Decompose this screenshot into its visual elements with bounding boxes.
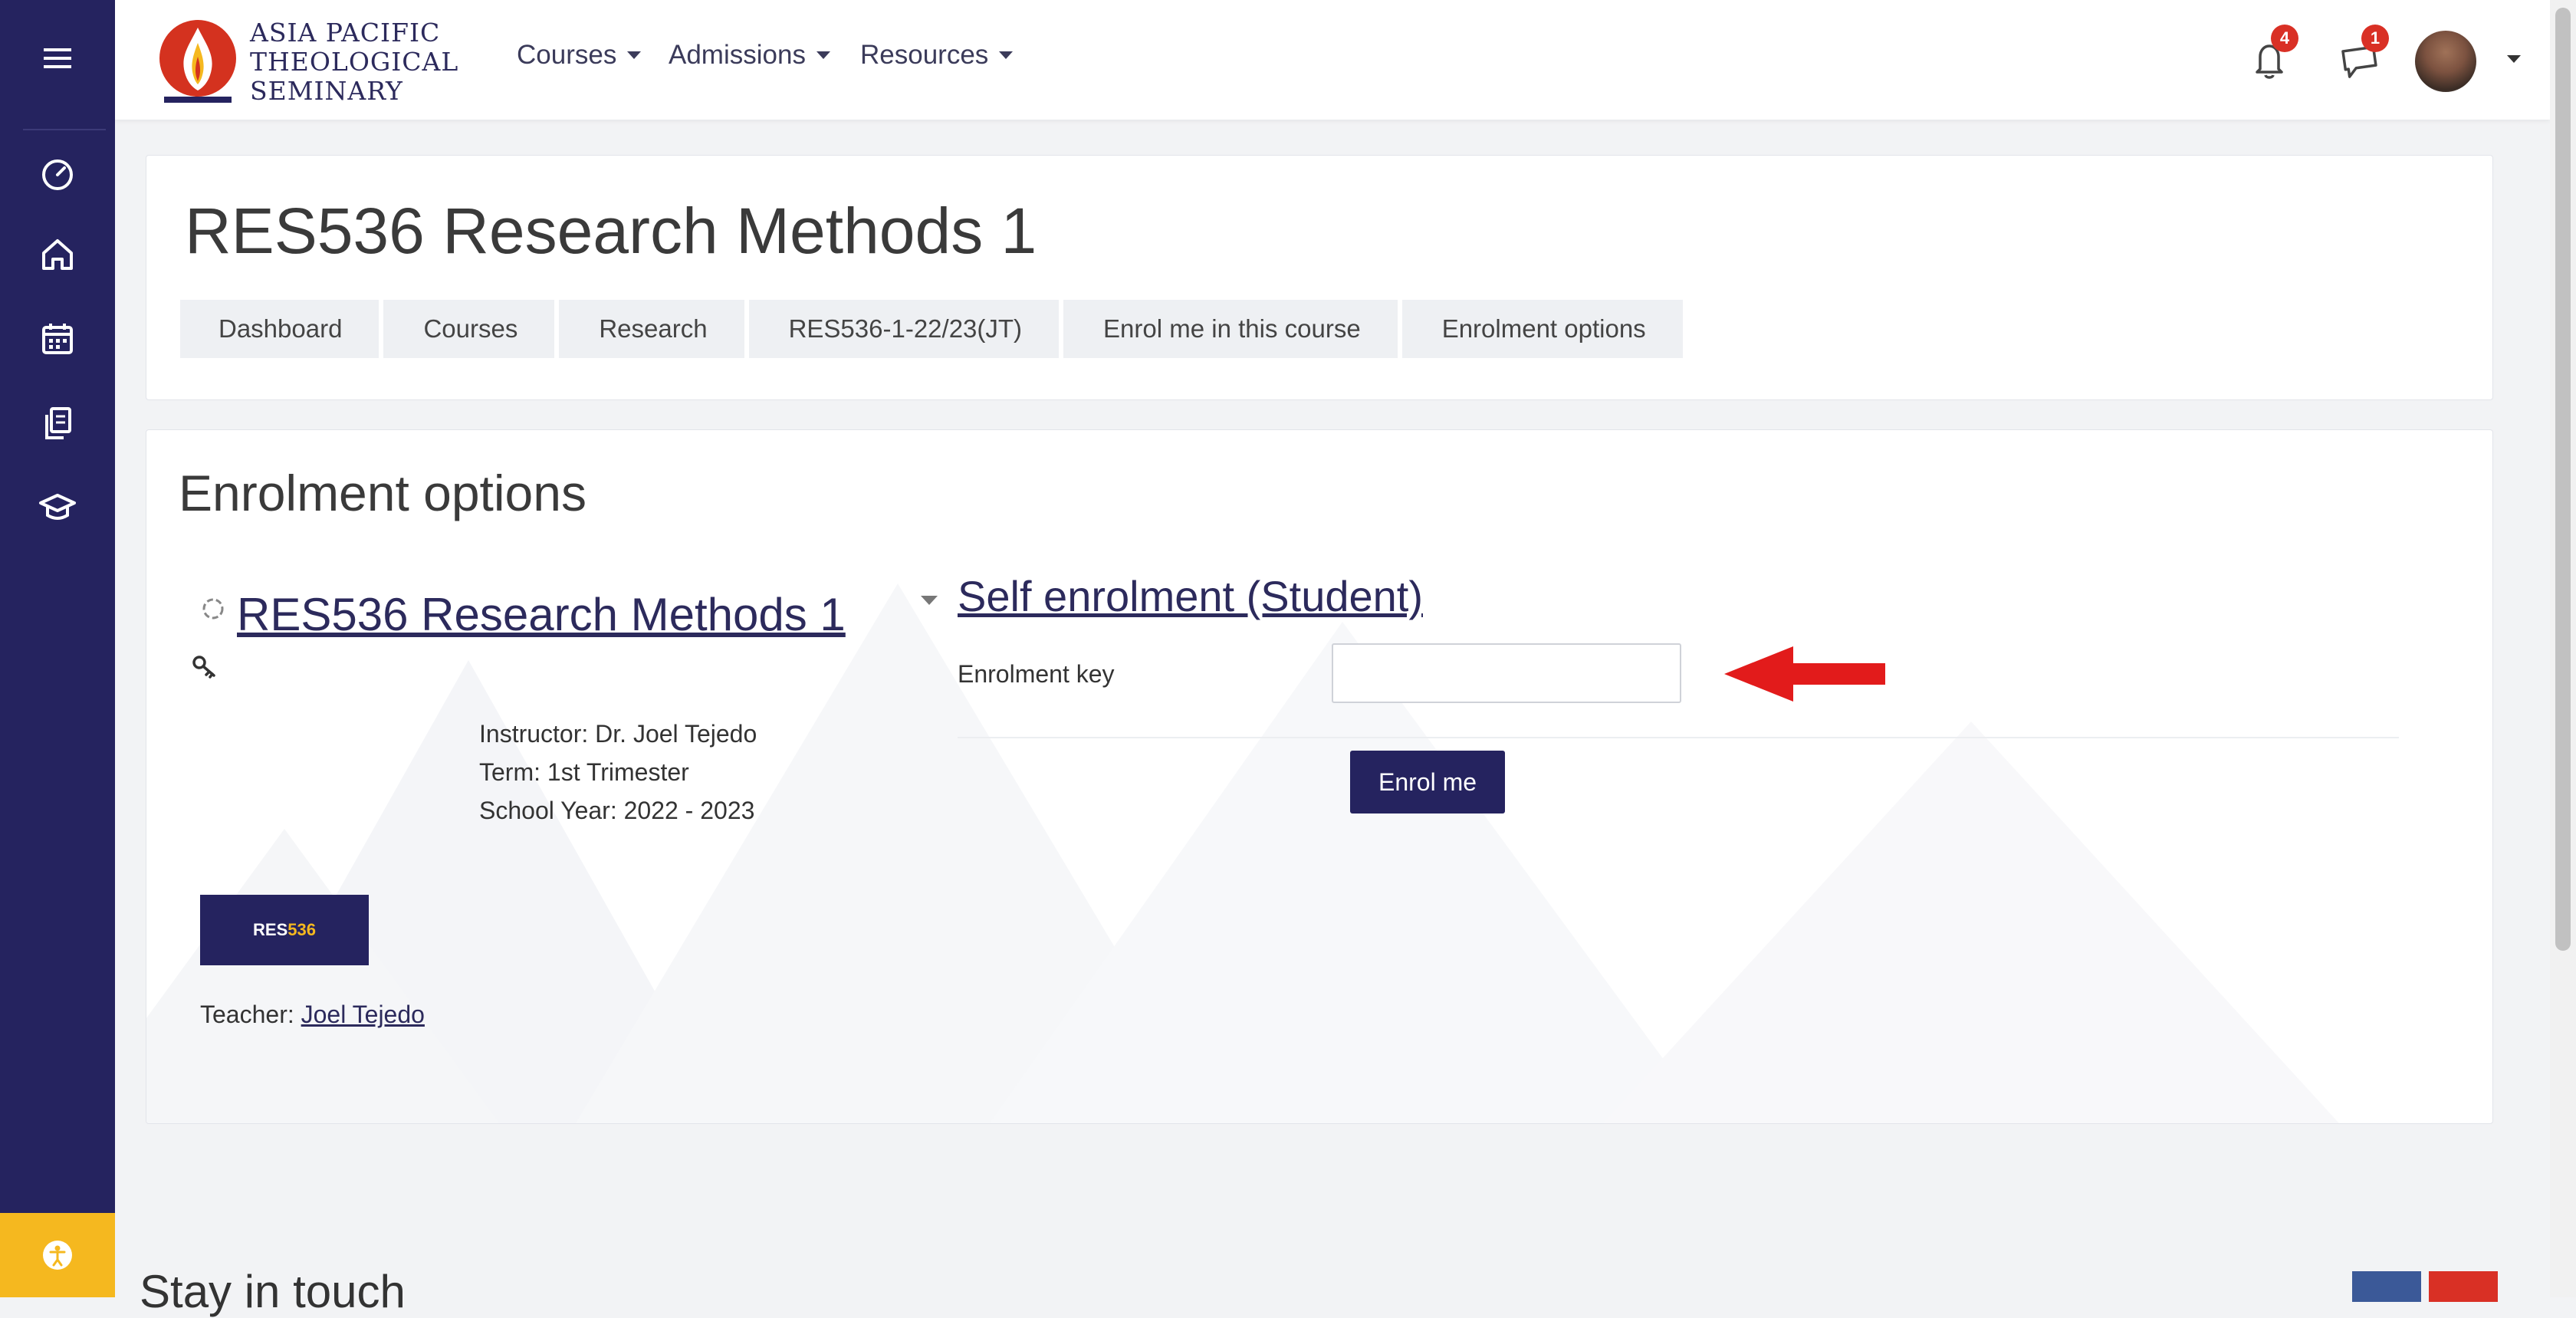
- breadcrumb-item-course-shortname[interactable]: RES536-1-22/23(JT): [748, 300, 1060, 358]
- sidebar-item-content-bank[interactable]: [0, 385, 115, 462]
- sidebar-item-calendar[interactable]: [0, 301, 115, 377]
- courses-icon: [39, 494, 76, 520]
- sidebar-item-dashboard[interactable]: [0, 135, 115, 212]
- footer-heading: Stay in touch: [140, 1266, 406, 1317]
- main-content-card: Enrolment options RES536 Research Method…: [146, 429, 2493, 1124]
- page-title: RES536 Research Methods 1: [185, 195, 1037, 267]
- sidebar-item-my-courses[interactable]: [0, 469, 115, 546]
- section-heading: Enrolment options: [179, 465, 586, 521]
- caret-down-icon: [999, 51, 1014, 59]
- top-navbar: ASIA PACIFIC THEOLOGICAL SEMINARY Course…: [115, 0, 2550, 120]
- left-sidebar: [0, 0, 115, 1297]
- enrol-me-button[interactable]: Enrol me: [1350, 751, 1505, 813]
- calendar-icon: [42, 324, 73, 354]
- caret-down-icon: [816, 51, 830, 59]
- menu-icon: [44, 48, 71, 68]
- page-scrollbar[interactable]: [2550, 0, 2576, 1297]
- notification-count-badge: 4: [2271, 25, 2298, 52]
- course-image-number: 536: [288, 920, 316, 939]
- nav-menu-courses[interactable]: Courses: [517, 40, 642, 71]
- messages-button[interactable]: 1: [2337, 25, 2389, 84]
- scrollbar-thumb[interactable]: [2555, 8, 2571, 951]
- nav-menu-label: Admissions: [669, 40, 806, 70]
- teacher-link[interactable]: Joel Tejedo: [301, 1001, 425, 1028]
- content-bank-icon: [45, 407, 71, 439]
- nav-menu-admissions[interactable]: Admissions: [669, 40, 830, 71]
- logo-text: ASIA PACIFIC THEOLOGICAL SEMINARY: [250, 18, 458, 106]
- course-summary-school-year: School Year: 2022 - 2023: [479, 797, 755, 824]
- key-icon: [192, 656, 215, 679]
- accessibility-button[interactable]: [0, 1213, 115, 1297]
- course-link[interactable]: RES536 Research Methods 1: [237, 588, 846, 641]
- nav-menu-label: Resources: [860, 40, 989, 70]
- teacher-label: Teacher:: [200, 1001, 301, 1028]
- user-menu-caret-icon[interactable]: [2507, 55, 2521, 63]
- notifications-button[interactable]: 4: [2246, 25, 2298, 84]
- breadcrumb-item-enrolment-options: Enrolment options: [1401, 300, 1683, 358]
- breadcrumb-item-enrol-me[interactable]: Enrol me in this course: [1063, 300, 1398, 358]
- nav-menu-label: Courses: [517, 40, 617, 70]
- sidebar-divider: [23, 129, 106, 130]
- course-image-label: RES: [253, 920, 288, 939]
- course-circle-icon: [202, 598, 224, 620]
- caret-down-icon: [627, 51, 642, 59]
- breadcrumb-item-courses[interactable]: Courses: [383, 300, 555, 358]
- breadcrumb: Dashboard Courses Research RES536-1-22/2…: [180, 300, 1687, 358]
- youtube-button[interactable]: [2429, 1271, 2498, 1302]
- site-logo[interactable]: ASIA PACIFIC THEOLOGICAL SEMINARY: [158, 17, 458, 107]
- collapse-caret-icon[interactable]: [921, 596, 938, 605]
- page-header-card: RES536 Research Methods 1 Dashboard Cour…: [146, 155, 2493, 400]
- home-icon: [42, 239, 73, 270]
- flame-logo-icon: [159, 20, 236, 103]
- logo-line: SEMINARY: [250, 76, 403, 106]
- accessibility-icon: [43, 1241, 72, 1270]
- breadcrumb-item-research[interactable]: Research: [559, 300, 744, 358]
- dashboard-icon: [42, 159, 73, 190]
- user-avatar[interactable]: [2415, 31, 2476, 92]
- nav-menu-resources[interactable]: Resources: [860, 40, 1014, 71]
- menu-toggle-button[interactable]: [0, 20, 115, 97]
- logo-line: THEOLOGICAL: [250, 47, 459, 77]
- course-contact: Teacher: Joel Tejedo: [200, 1001, 425, 1029]
- facebook-button[interactable]: [2352, 1271, 2421, 1302]
- red-arrow-annotation: [1724, 646, 1885, 702]
- message-count-badge: 1: [2361, 25, 2389, 52]
- course-summary-instructor: Instructor: Dr. Joel Tejedo: [479, 720, 757, 748]
- course-summary-term: Term: 1st Trimester: [479, 758, 689, 786]
- self-enrolment-legend[interactable]: Self enrolment (Student): [958, 571, 1423, 621]
- logo-line: ASIA PACIFIC: [250, 18, 441, 48]
- sidebar-item-home[interactable]: [0, 216, 115, 293]
- form-divider: [958, 737, 2399, 738]
- enrolment-key-label: Enrolment key: [958, 660, 1115, 688]
- breadcrumb-item-dashboard[interactable]: Dashboard: [180, 300, 380, 358]
- course-image: RES 536: [200, 895, 369, 965]
- enrolment-key-input[interactable]: [1332, 643, 1681, 703]
